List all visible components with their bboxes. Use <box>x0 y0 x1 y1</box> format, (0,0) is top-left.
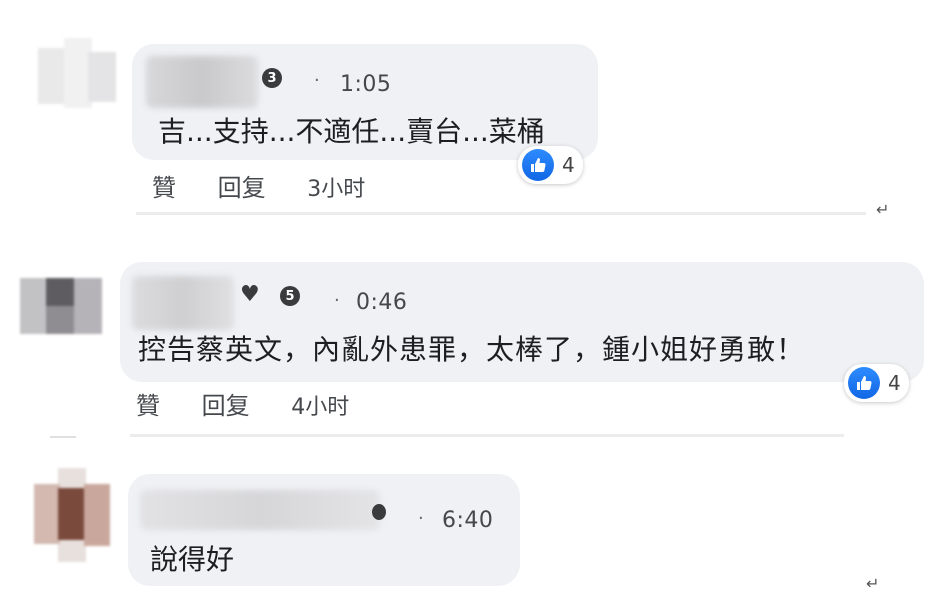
separator-dot: · <box>314 70 320 91</box>
reaction-count: 4 <box>888 371 901 395</box>
comment-timestamp[interactable]: 0:46 <box>356 290 407 315</box>
badge-icon: 5 <box>280 286 300 306</box>
reply-arrow-icon: ↵ <box>876 200 890 219</box>
avatar[interactable] <box>20 278 102 334</box>
reply-button[interactable]: 回复 <box>218 168 266 203</box>
like-thumb-icon <box>848 367 880 399</box>
like-thumb-icon <box>522 149 554 181</box>
reaction-count: 4 <box>562 153 575 177</box>
comment-age[interactable]: 4小时 <box>291 389 349 421</box>
badge-icon: 3 <box>262 68 282 88</box>
commenter-name[interactable] <box>132 276 234 330</box>
badge-icon <box>372 504 386 520</box>
reply-button[interactable]: 回复 <box>202 386 250 421</box>
avatar[interactable] <box>34 468 110 562</box>
reaction-badge[interactable]: 4 <box>518 146 583 184</box>
comment-text: 吉...支持...不適任...賣台...菜桶 <box>158 115 545 148</box>
heart-icon: ♥ <box>240 282 260 307</box>
divider <box>130 434 844 437</box>
comment-actions: 贊 回复 3小时 <box>152 168 365 203</box>
comment-age[interactable]: 3小时 <box>307 171 365 203</box>
like-button[interactable]: 贊 <box>152 168 176 203</box>
divider <box>136 212 866 215</box>
divider <box>50 436 76 438</box>
like-button[interactable]: 贊 <box>136 386 160 421</box>
commenter-name[interactable] <box>140 490 380 530</box>
comment-actions: 贊 回复 4小时 <box>136 386 349 421</box>
reply-arrow-icon: ↵ <box>866 574 880 593</box>
comment-text: 說得好 <box>150 543 235 576</box>
comment-timestamp[interactable]: 6:40 <box>442 508 493 533</box>
avatar[interactable] <box>38 38 116 108</box>
separator-dot: · <box>418 508 424 529</box>
comment-text: 控告蔡英文，內亂外患罪，太棒了，鍾小姐好勇敢！ <box>138 333 806 366</box>
separator-dot: · <box>334 290 340 311</box>
comment-timestamp[interactable]: 1:05 <box>340 72 391 97</box>
commenter-name[interactable] <box>146 56 258 108</box>
reaction-badge[interactable]: 4 <box>844 364 909 402</box>
